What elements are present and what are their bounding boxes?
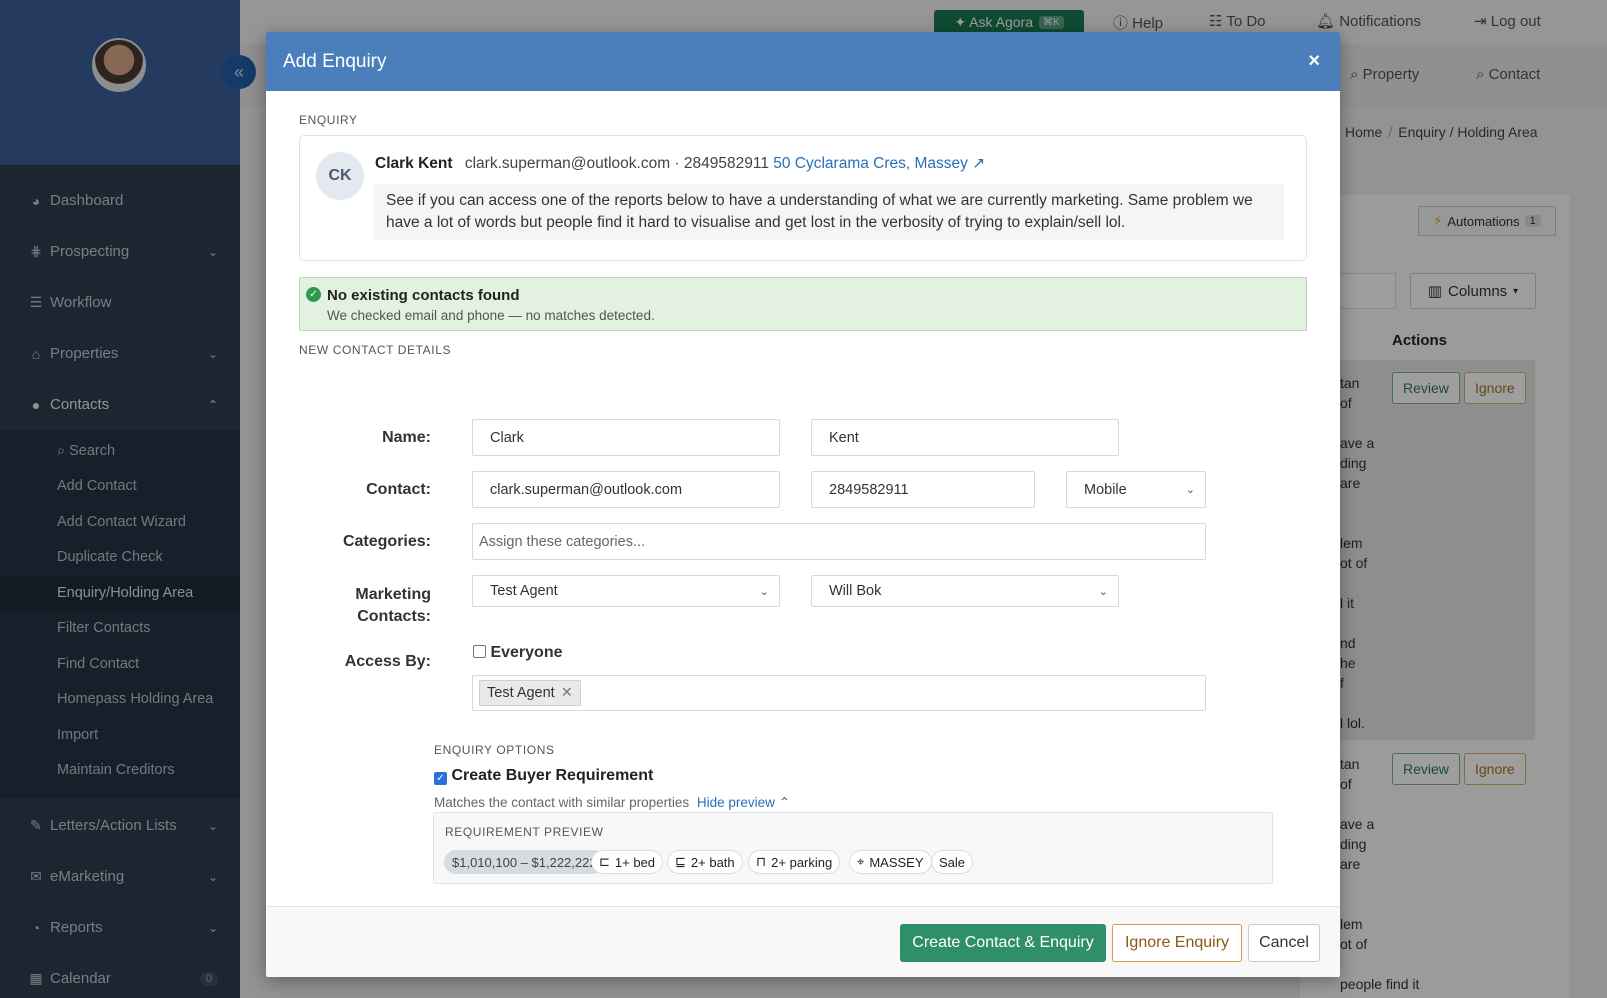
chevron-down-icon: ⌄ bbox=[759, 585, 769, 598]
chevron-down-icon: ⌄ bbox=[1098, 585, 1108, 598]
map-pin-icon: ⌖ bbox=[857, 854, 865, 869]
create-buyer-row[interactable]: ✓ Create Buyer Requirement bbox=[434, 767, 653, 785]
phone-field[interactable]: 2849582911 bbox=[811, 471, 1035, 508]
chevron-down-icon: ⌄ bbox=[1185, 484, 1195, 496]
initials-avatar: CK bbox=[316, 152, 364, 200]
check-circle-icon: ✓ bbox=[306, 287, 321, 302]
access-by-input[interactable] bbox=[472, 675, 1206, 711]
alert-title: No existing contacts found bbox=[327, 287, 520, 304]
property-address: 50 Cyclarama Cres, Massey bbox=[773, 155, 968, 172]
suburb-value: MASSEY bbox=[869, 854, 924, 870]
enquiry-summary: Clark Kent clark.superman@outlook.com · … bbox=[375, 154, 985, 173]
no-duplicates-alert: ✓ No existing contacts found We checked … bbox=[299, 277, 1307, 331]
categories-input[interactable]: Assign these categories... bbox=[472, 523, 1206, 560]
phone-type-select[interactable]: Mobile ⌄ bbox=[1066, 471, 1206, 508]
matches-text: Matches the contact with similar propert… bbox=[434, 795, 690, 810]
close-icon[interactable]: × bbox=[1308, 50, 1320, 73]
parking-value: 2+ parking bbox=[771, 854, 833, 870]
last-name-field[interactable]: Kent bbox=[811, 419, 1119, 456]
enquiry-section-label: ENQUIRY bbox=[299, 113, 358, 127]
marketing-contacts-label: Marketing Contacts: bbox=[355, 586, 431, 625]
marketing-contact-2-select[interactable]: Will Bok ⌄ bbox=[811, 575, 1119, 607]
matches-hint: Matches the contact with similar propert… bbox=[434, 795, 790, 811]
external-link-icon: ↗ bbox=[972, 155, 986, 172]
modal-body: ENQUIRY CK Clark Kent clark.superman@out… bbox=[266, 91, 1340, 937]
access-tag: Test Agent ✕ bbox=[479, 680, 581, 706]
requirement-preview-label: REQUIREMENT PREVIEW bbox=[445, 825, 604, 839]
everyone-checkbox-row[interactable]: Everyone bbox=[473, 644, 563, 662]
everyone-label: Everyone bbox=[490, 644, 563, 661]
marketing-contact-2-value: Will Bok bbox=[829, 583, 882, 599]
marketing-contact-1-select[interactable]: Test Agent ⌄ bbox=[472, 575, 780, 607]
phone-type-value: Mobile bbox=[1084, 481, 1127, 498]
enquirer-email-phone: clark.superman@outlook.com · 2849582911 bbox=[464, 155, 769, 172]
price-range-pill: $1,010,100 – $1,222,222 bbox=[444, 850, 605, 874]
parking-pill: ⊓ 2+ parking bbox=[748, 850, 841, 874]
requirement-preview: REQUIREMENT PREVIEW $1,010,100 – $1,222,… bbox=[433, 812, 1273, 884]
create-buyer-label: Create Buyer Requirement bbox=[451, 767, 654, 784]
modal-footer: Create Contact & Enquiry Ignore Enquiry … bbox=[266, 906, 1340, 977]
bathrooms-value: 2+ bath bbox=[690, 854, 735, 870]
listing-type-pill: Sale bbox=[931, 850, 974, 874]
everyone-checkbox[interactable] bbox=[473, 645, 486, 658]
enquiry-options-label: ENQUIRY OPTIONS bbox=[434, 743, 555, 757]
bedrooms-pill: ⊏ 1+ bed bbox=[591, 850, 664, 874]
alert-text: We checked email and phone — no matches … bbox=[327, 308, 655, 323]
bedrooms-value: 1+ bed bbox=[614, 854, 656, 870]
chevron-up-icon: ⌃ bbox=[778, 795, 790, 810]
name-label: Name: bbox=[382, 429, 431, 446]
bed-icon: ⊏ bbox=[599, 854, 610, 869]
bath-icon: ⊑ bbox=[675, 854, 686, 869]
cancel-button[interactable]: Cancel bbox=[1248, 924, 1320, 962]
marketing-contact-1-value: Test Agent bbox=[490, 583, 558, 599]
modal-title: Add Enquiry bbox=[283, 50, 387, 72]
enquiry-message: See if you can access one of the reports… bbox=[374, 184, 1284, 240]
create-contact-enquiry-button[interactable]: Create Contact & Enquiry bbox=[900, 924, 1106, 962]
enquiry-card: CK Clark Kent clark.superman@outlook.com… bbox=[299, 135, 1307, 261]
contact-label: Contact: bbox=[366, 481, 431, 498]
access-tag-label: Test Agent bbox=[487, 685, 555, 701]
access-by-label: Access By: bbox=[344, 653, 431, 670]
first-name-field[interactable]: Clark bbox=[472, 419, 780, 456]
email-field[interactable]: clark.superman@outlook.com bbox=[472, 471, 780, 508]
add-enquiry-modal: Add Enquiry × ENQUIRY CK Clark Kent clar… bbox=[266, 32, 1340, 977]
bathrooms-pill: ⊑ 2+ bath bbox=[667, 850, 743, 874]
car-icon: ⊓ bbox=[756, 854, 767, 869]
suburb-pill: ⌖ MASSEY bbox=[849, 850, 932, 874]
enquirer-name: Clark Kent bbox=[375, 155, 453, 172]
modal-header: Add Enquiry × bbox=[266, 32, 1340, 91]
remove-tag-icon[interactable]: ✕ bbox=[561, 685, 573, 701]
categories-label: Categories: bbox=[342, 533, 431, 550]
hide-preview-link[interactable]: Hide preview ⌃ bbox=[697, 795, 790, 810]
ignore-enquiry-button[interactable]: Ignore Enquiry bbox=[1112, 924, 1242, 962]
hide-preview-label: Hide preview bbox=[696, 795, 775, 810]
new-contact-section-label: NEW CONTACT DETAILS bbox=[299, 343, 452, 357]
property-address-link[interactable]: 50 Cyclarama Cres, Massey ↗ bbox=[773, 155, 985, 172]
create-buyer-checkbox[interactable]: ✓ bbox=[434, 772, 447, 785]
